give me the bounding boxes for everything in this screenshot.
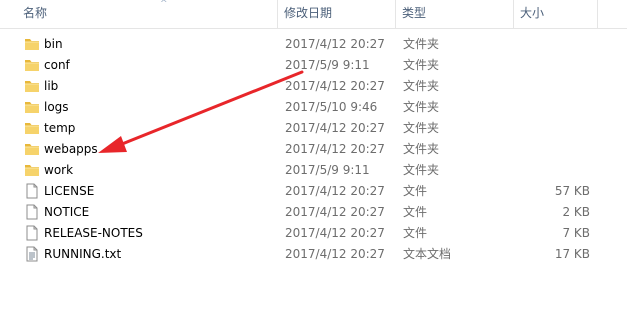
file-row[interactable]: conf 2017/5/9 9:11 文件夹	[0, 55, 600, 76]
file-row[interactable]: RUNNING.txt 2017/4/12 20:27 文本文档 17 KB	[0, 244, 600, 265]
column-date-label: 修改日期	[284, 6, 333, 20]
file-type: 文件	[403, 226, 428, 240]
file-type: 文件夹	[403, 163, 440, 177]
file-size: 2 KB	[562, 205, 590, 219]
folder-icon	[24, 120, 40, 136]
file-name: RUNNING.txt	[44, 247, 122, 261]
file-type: 文件夹	[403, 79, 440, 93]
file-name: webapps	[44, 142, 98, 156]
file-modified-date: 2017/4/12 20:27	[285, 184, 385, 198]
file-type: 文本文档	[403, 247, 452, 261]
file-row[interactable]: webapps 2017/4/12 20:27 文件夹	[0, 139, 600, 160]
file-row[interactable]: work 2017/5/9 9:11 文件夹	[0, 160, 600, 181]
file-type: 文件夹	[403, 121, 440, 135]
file-icon	[24, 225, 40, 241]
file-name: work	[44, 163, 74, 177]
folder-icon	[24, 99, 40, 115]
column-size-label: 大小	[520, 6, 545, 20]
column-name[interactable]: 名称 ^	[17, 0, 278, 28]
file-type: 文件夹	[403, 37, 440, 51]
file-name: conf	[44, 58, 70, 72]
file-modified-date: 2017/5/10 9:46	[285, 100, 378, 114]
file-row[interactable]: lib 2017/4/12 20:27 文件夹	[0, 76, 600, 97]
file-name: logs	[44, 100, 69, 114]
file-name: LICENSE	[44, 184, 95, 198]
folder-icon	[24, 78, 40, 94]
file-type: 文件夹	[403, 142, 440, 156]
file-size: 7 KB	[562, 226, 590, 240]
file-type: 文件夹	[403, 58, 440, 72]
file-size: 57 KB	[554, 184, 590, 198]
column-date[interactable]: 修改日期	[278, 0, 396, 28]
column-type[interactable]: 类型	[396, 0, 514, 28]
folder-icon	[24, 162, 40, 178]
folder-icon	[24, 141, 40, 157]
column-type-label: 类型	[402, 6, 427, 20]
file-name: lib	[44, 79, 59, 93]
folder-icon	[24, 57, 40, 73]
file-row[interactable]: LICENSE 2017/4/12 20:27 文件 57 KB	[0, 181, 600, 202]
file-modified-date: 2017/4/12 20:27	[285, 247, 385, 261]
file-modified-date: 2017/4/12 20:27	[285, 121, 385, 135]
file-row[interactable]: RELEASE-NOTES 2017/4/12 20:27 文件 7 KB	[0, 223, 600, 244]
file-size: 17 KB	[554, 247, 590, 261]
file-modified-date: 2017/4/12 20:27	[285, 205, 385, 219]
file-row[interactable]: NOTICE 2017/4/12 20:27 文件 2 KB	[0, 202, 600, 223]
file-modified-date: 2017/4/12 20:27	[285, 142, 385, 156]
folder-icon	[24, 36, 40, 52]
file-type: 文件夹	[403, 100, 440, 114]
file-icon	[24, 204, 40, 220]
file-modified-date: 2017/4/12 20:27	[285, 226, 385, 240]
sort-ascending-icon: ^	[160, 0, 168, 9]
file-row[interactable]: logs 2017/5/10 9:46 文件夹	[0, 97, 600, 118]
file-type: 文件	[403, 205, 428, 219]
column-header: 名称 ^ 修改日期 类型 大小	[0, 0, 627, 29]
file-name: NOTICE	[44, 205, 90, 219]
column-name-label: 名称	[23, 6, 48, 20]
column-size[interactable]: 大小	[514, 0, 598, 28]
file-row[interactable]: temp 2017/4/12 20:27 文件夹	[0, 118, 600, 139]
file-row[interactable]: bin 2017/4/12 20:27 文件夹	[0, 34, 600, 55]
file-name: bin	[44, 37, 63, 51]
file-type: 文件	[403, 184, 428, 198]
file-name: temp	[44, 121, 76, 135]
file-name: RELEASE-NOTES	[44, 226, 143, 240]
file-modified-date: 2017/5/9 9:11	[285, 163, 370, 177]
file-modified-date: 2017/4/12 20:27	[285, 37, 385, 51]
file-icon	[24, 183, 40, 199]
file-modified-date: 2017/4/12 20:27	[285, 79, 385, 93]
file-explorer: 名称 ^ 修改日期 类型 大小 bin 2017/4/12 20:27 文件夹 con…	[0, 0, 627, 317]
text-file-icon	[24, 246, 40, 262]
file-modified-date: 2017/5/9 9:11	[285, 58, 370, 72]
